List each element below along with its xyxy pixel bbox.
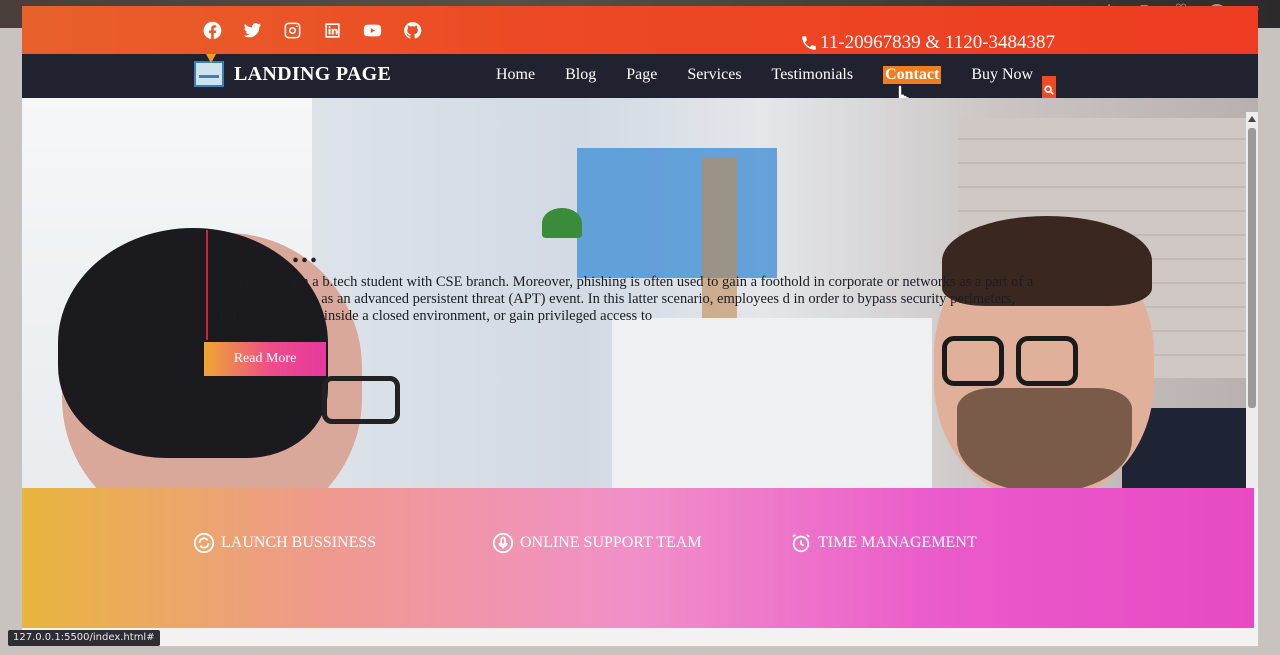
microphone-icon (492, 532, 514, 554)
instagram-icon[interactable] (282, 20, 302, 40)
nav-links: Home Blog Page Services Testimonials Con… (496, 66, 1063, 84)
phone-number: 11-20967839 & 1120-3484387 (820, 32, 1056, 53)
hero-heading: ... (292, 238, 319, 269)
brand-logo[interactable]: LANDING PAGE (194, 54, 392, 87)
feature-label: TIME MANAGEMENT (818, 534, 977, 551)
hero-accent-bar (206, 230, 208, 340)
web-page: 11-20967839 & 1120-3484387 LANDING PAGE … (22, 6, 1258, 646)
search-icon (1044, 85, 1054, 95)
status-bar-url: 127.0.0.1:5500/index.html# (8, 630, 160, 646)
nav-blog[interactable]: Blog (565, 66, 596, 84)
top-bar: 11-20967839 & 1120-3484387 (22, 6, 1258, 54)
navbar: LANDING PAGE Home Blog Page Services Tes… (22, 54, 1258, 98)
features-band: LAUNCH BUSSINESS ONLINE SUPPORT TEAM TIM… (22, 488, 1254, 628)
page-scrollbar[interactable] (1246, 112, 1258, 488)
feature-label: ONLINE SUPPORT TEAM (520, 534, 702, 551)
nav-services[interactable]: Services (687, 66, 741, 84)
feature-label: LAUNCH BUSSINESS (221, 534, 377, 551)
youtube-icon[interactable] (362, 20, 382, 40)
hero-plant (542, 208, 582, 238)
hero-person-right-beard (957, 388, 1132, 488)
social-links (202, 20, 422, 40)
hero-background-shelf (577, 148, 777, 278)
hero-person-right-glasses (924, 336, 1104, 388)
scroll-thumb[interactable] (1248, 128, 1256, 408)
facebook-icon[interactable] (202, 20, 222, 40)
brand-name: LANDING PAGE (234, 62, 392, 85)
hero-banner: ... ita Maurya. I am a b.tech student wi… (22, 98, 1258, 488)
phone-contact: 11-20967839 & 1120-3484387 (800, 32, 1055, 54)
alarm-clock-icon (792, 533, 810, 553)
hero-person-left-glasses (322, 376, 400, 424)
rotate-icon (193, 532, 215, 554)
twitter-icon[interactable] (242, 20, 262, 40)
nav-testimonials[interactable]: Testimonials (772, 66, 854, 84)
nav-buy-now[interactable]: Buy Now (971, 66, 1033, 84)
hero-background-cabinet (612, 318, 932, 488)
github-icon[interactable] (402, 20, 422, 40)
download-box-icon (194, 54, 224, 87)
feature-launch-business[interactable]: LAUNCH BUSSINESS (193, 532, 376, 554)
phone-icon (802, 36, 816, 50)
nav-contact[interactable]: Contact (883, 66, 942, 84)
linkedin-icon[interactable] (322, 20, 342, 40)
feature-online-support[interactable]: ONLINE SUPPORT TEAM (492, 532, 702, 554)
read-more-button[interactable]: Read More (204, 342, 326, 376)
feature-time-management[interactable]: TIME MANAGEMENT (790, 532, 977, 554)
hero-description: ita Maurya. I am a b.tech student with C… (212, 274, 1034, 324)
scroll-up-arrow-icon[interactable] (1248, 116, 1256, 122)
nav-page[interactable]: Page (626, 66, 657, 84)
nav-home[interactable]: Home (496, 66, 535, 84)
